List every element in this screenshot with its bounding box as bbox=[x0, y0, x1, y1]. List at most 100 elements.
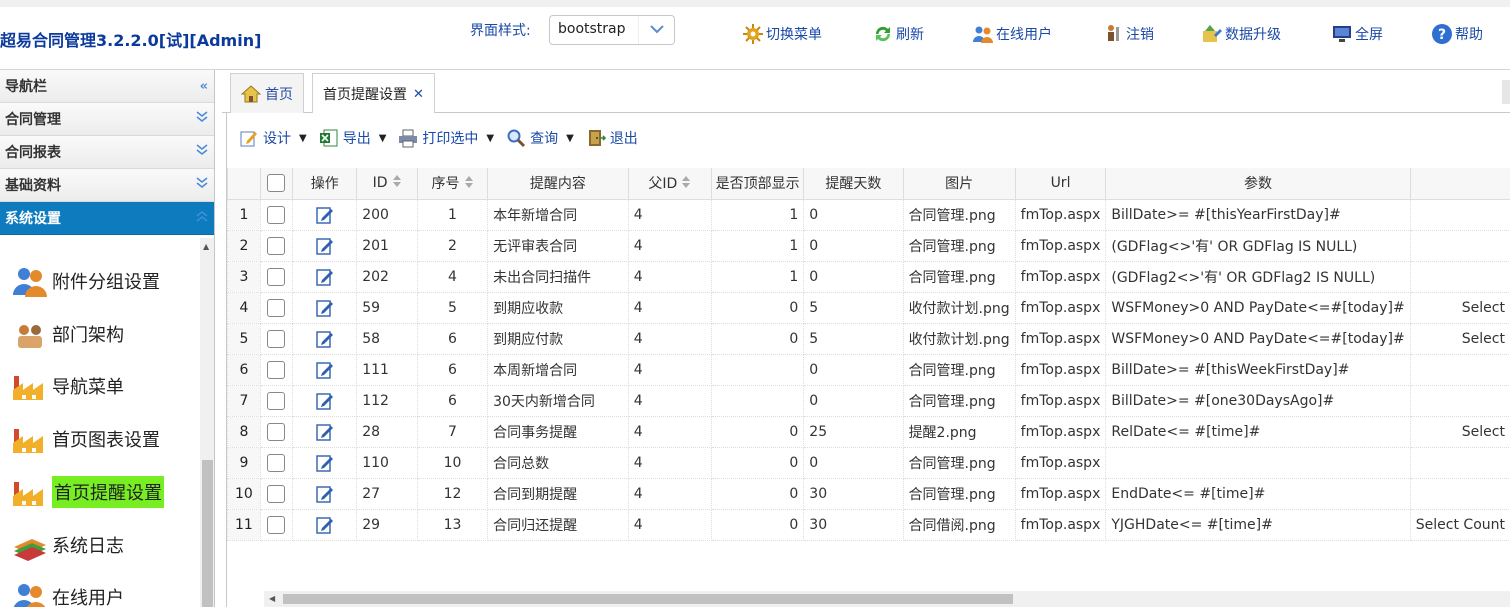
edit-icon[interactable] bbox=[315, 298, 335, 318]
design-button[interactable]: 设计 ▼ bbox=[239, 128, 307, 148]
sidebar-item-home-chart-settings[interactable]: 首页图表设置 bbox=[10, 419, 160, 459]
collapse-left-icon[interactable]: « bbox=[200, 79, 208, 94]
row-action-cell[interactable] bbox=[292, 353, 358, 386]
edit-icon[interactable] bbox=[315, 267, 335, 287]
table-row[interactable]: 10 27 12 合同到期提醒 4 0 30 合同管理.png fmTop.aspx EndDat… bbox=[227, 477, 1510, 510]
export-button[interactable]: 导出 ▼ bbox=[319, 128, 386, 148]
nav-group-system-settings[interactable]: 系统设置 bbox=[0, 202, 214, 235]
sidebar-scroll-thumb[interactable] bbox=[202, 460, 213, 607]
data-upgrade-button[interactable]: 数据升级 bbox=[1201, 21, 1281, 47]
row-action-cell[interactable] bbox=[292, 415, 358, 448]
sidebar-item-nav-menu[interactable]: 导航菜单 bbox=[10, 366, 124, 406]
row-checkbox[interactable] bbox=[267, 298, 286, 317]
table-row[interactable]: 2 201 2 无评审表合同 4 1 0 合同管理.png fmTop.aspx (GDFlag<… bbox=[227, 229, 1510, 262]
row-checkbox[interactable] bbox=[267, 329, 286, 348]
edit-icon[interactable] bbox=[315, 236, 335, 256]
grid-horizontal-scrollbar[interactable]: ◀ bbox=[264, 591, 1510, 607]
row-select-cell[interactable] bbox=[259, 198, 294, 231]
column-header-top-display[interactable]: 是否顶部显示 bbox=[711, 168, 805, 200]
row-select-cell[interactable] bbox=[259, 477, 294, 510]
edit-icon[interactable] bbox=[315, 453, 335, 473]
row-select-cell[interactable] bbox=[259, 260, 294, 293]
column-header-content[interactable]: 提醒内容 bbox=[487, 168, 629, 200]
print-selected-button[interactable]: 打印选中 ▼ bbox=[398, 128, 494, 148]
row-checkbox[interactable] bbox=[267, 391, 286, 410]
row-action-cell[interactable] bbox=[292, 229, 358, 262]
row-checkbox[interactable] bbox=[267, 236, 286, 255]
select-all-checkbox[interactable] bbox=[267, 174, 286, 193]
row-action-cell[interactable] bbox=[292, 260, 358, 293]
row-action-cell[interactable] bbox=[292, 384, 358, 417]
row-checkbox[interactable] bbox=[267, 205, 286, 224]
sidebar-item-attachment-group[interactable]: 附件分组设置 bbox=[10, 261, 160, 301]
row-checkbox[interactable] bbox=[267, 422, 286, 441]
table-row[interactable]: 1 200 1 本年新增合同 4 1 0 合同管理.png fmTop.aspx BillDate… bbox=[227, 198, 1510, 231]
table-row[interactable]: 8 28 7 合同事务提醒 4 0 25 提醒2.png fmTop.aspx RelDate<=… bbox=[227, 415, 1510, 448]
column-header-days[interactable]: 提醒天数 bbox=[803, 168, 904, 200]
table-row[interactable]: 3 202 4 未出合同扫描件 4 1 0 合同管理.png fmTop.aspx (GDFlag… bbox=[227, 260, 1510, 293]
sidebar-item-department[interactable]: 部门架构 bbox=[10, 314, 124, 354]
row-select-cell[interactable] bbox=[259, 229, 294, 262]
style-select[interactable]: bootstrap bbox=[549, 15, 675, 45]
row-select-cell[interactable] bbox=[259, 415, 294, 448]
exit-button[interactable]: 退出 bbox=[586, 128, 638, 148]
logout-button[interactable]: 注销 bbox=[1102, 21, 1154, 47]
edit-icon[interactable] bbox=[315, 329, 335, 349]
help-button[interactable]: ? 帮助 bbox=[1431, 21, 1483, 47]
switch-menu-button[interactable]: 切换菜单 bbox=[742, 21, 822, 47]
scroll-up-icon[interactable]: ▲ bbox=[203, 242, 209, 251]
row-select-cell[interactable] bbox=[259, 322, 294, 355]
row-checkbox[interactable] bbox=[267, 267, 286, 286]
nav-group-basic-data[interactable]: 基础资料 bbox=[0, 169, 214, 202]
scroll-left-icon[interactable]: ◀ bbox=[269, 594, 275, 603]
edit-icon[interactable] bbox=[315, 422, 335, 442]
column-header-parent-id[interactable]: 父ID bbox=[627, 168, 713, 200]
refresh-button[interactable]: 刷新 bbox=[872, 21, 924, 47]
row-checkbox[interactable] bbox=[267, 360, 286, 379]
edit-icon[interactable] bbox=[315, 205, 335, 225]
edit-icon[interactable] bbox=[315, 391, 335, 411]
tab-home[interactable]: 首页 bbox=[230, 73, 304, 113]
table-row[interactable]: 5 58 6 到期应付款 4 0 5 收付款计划.png fmTop.aspx WSFMoney>… bbox=[227, 322, 1510, 355]
table-row[interactable]: 6 111 6 本周新增合同 4 0 合同管理.png fmTop.aspx BillDate>… bbox=[227, 353, 1510, 386]
sidebar-item-online-users[interactable]: 在线用户 bbox=[10, 577, 124, 607]
edit-icon[interactable] bbox=[315, 484, 335, 504]
column-header-image[interactable]: 图片 bbox=[902, 168, 1016, 200]
edit-icon[interactable] bbox=[315, 515, 335, 535]
close-icon[interactable]: ✕ bbox=[413, 87, 424, 102]
sidebar-item-system-log[interactable]: 系统日志 bbox=[10, 525, 124, 565]
row-action-cell[interactable] bbox=[292, 508, 358, 541]
column-header-id[interactable]: ID bbox=[356, 168, 418, 200]
column-header-url[interactable]: Url bbox=[1014, 168, 1107, 200]
fullscreen-button[interactable]: 全屏 bbox=[1331, 21, 1383, 47]
row-checkbox[interactable] bbox=[267, 484, 286, 503]
nav-group-contract-management[interactable]: 合同管理 bbox=[0, 103, 214, 136]
table-row[interactable]: 9 110 10 合同总数 4 0 0 合同管理.png fmTop.aspx bbox=[227, 446, 1510, 479]
row-select-cell[interactable] bbox=[259, 446, 294, 479]
nav-group-contract-reports[interactable]: 合同报表 bbox=[0, 136, 214, 169]
select-all-header[interactable] bbox=[259, 168, 294, 200]
row-select-cell[interactable] bbox=[259, 353, 294, 386]
column-header-seq[interactable]: 序号 bbox=[416, 168, 489, 200]
table-row[interactable]: 11 29 13 合同归还提醒 4 0 30 合同借阅.png fmTop.aspx YJGHDa… bbox=[227, 508, 1510, 541]
tab-home-reminder-settings[interactable]: 首页提醒设置 ✕ bbox=[312, 73, 435, 114]
row-checkbox[interactable] bbox=[267, 453, 286, 472]
edit-icon[interactable] bbox=[315, 360, 335, 380]
row-action-cell[interactable] bbox=[292, 477, 358, 510]
sidebar-scrollbar[interactable]: ▲ bbox=[200, 238, 214, 607]
online-users-button[interactable]: 在线用户 bbox=[972, 21, 1052, 47]
row-action-cell[interactable] bbox=[292, 198, 358, 231]
table-row[interactable]: 4 59 5 到期应收款 4 0 5 收付款计划.png fmTop.aspx WSFMoney>… bbox=[227, 291, 1510, 324]
row-action-cell[interactable] bbox=[292, 322, 358, 355]
query-button[interactable]: 查询 ▼ bbox=[506, 128, 574, 148]
grid-scroll-thumb[interactable] bbox=[283, 594, 1013, 604]
row-action-cell[interactable] bbox=[292, 291, 358, 324]
row-checkbox[interactable] bbox=[267, 515, 286, 534]
row-select-cell[interactable] bbox=[259, 291, 294, 324]
row-select-cell[interactable] bbox=[259, 384, 294, 417]
row-action-cell[interactable] bbox=[292, 446, 358, 479]
table-row[interactable]: 7 112 6 30天内新增合同 4 0 合同管理.png fmTop.aspx BillDat… bbox=[227, 384, 1510, 417]
row-select-cell[interactable] bbox=[259, 508, 294, 541]
sidebar-item-home-reminder-settings[interactable]: 首页提醒设置 bbox=[10, 472, 164, 512]
column-header-param[interactable]: 参数 bbox=[1105, 168, 1411, 200]
